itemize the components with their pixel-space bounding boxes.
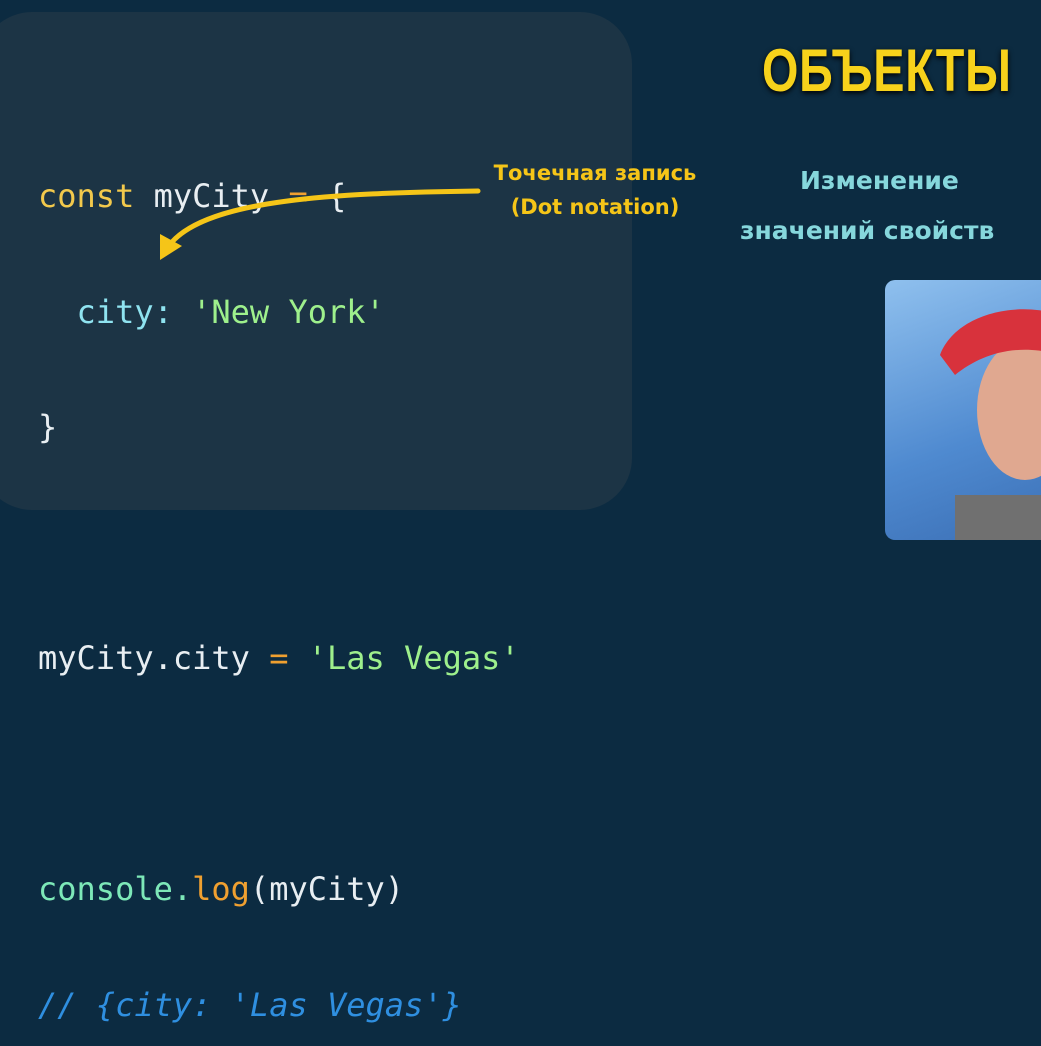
annotation-line: Точечная запись <box>493 161 697 185</box>
comment: // {city: 'Las Vegas'} <box>38 985 462 1024</box>
dot: . <box>153 639 173 677</box>
function: log <box>192 870 250 908</box>
code-line: console.log(myCity) <box>38 870 520 909</box>
annotation-line: (Dot notation) <box>510 195 680 219</box>
code-line: // {city: 'Las Vegas'} <box>38 986 520 1025</box>
arguments: (myCity) <box>249 870 405 908</box>
presenter-image <box>940 309 1041 540</box>
subtitle-line: Изменение <box>800 166 959 195</box>
object: console. <box>38 870 193 908</box>
operator: = <box>269 639 289 677</box>
dot-notation-annotation: Точечная запись (Dot notation) <box>470 156 720 224</box>
slide-title: ОБЪЕКТЫ <box>762 37 1012 104</box>
subtitle-line: значений свойств <box>740 216 995 245</box>
code-line: myCity.city = 'Las Vegas' <box>38 639 520 678</box>
identifier: myCity <box>38 639 154 677</box>
webcam-video <box>885 280 1041 540</box>
string: 'Las Vegas' <box>288 639 520 677</box>
property: city <box>172 639 270 677</box>
